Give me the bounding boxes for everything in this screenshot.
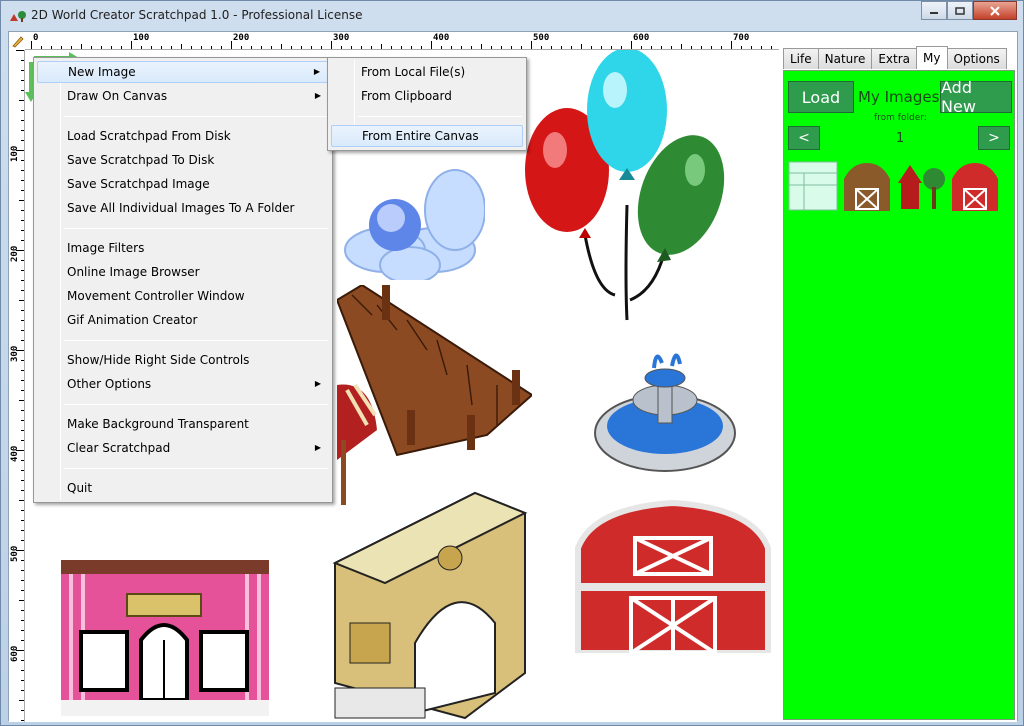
menu-item-movement-controller-window[interactable]: Movement Controller Window — [37, 285, 329, 307]
menu-item-label: Save All Individual Images To A Folder — [67, 201, 295, 215]
tab-life[interactable]: Life — [783, 48, 819, 69]
thumbnail-house-trees[interactable] — [896, 161, 946, 211]
my-images-panel: Load My Images Add New from folder: < 1 … — [783, 70, 1015, 720]
menu-item-show-hide-right-side-controls[interactable]: Show/Hide Right Side Controls — [37, 349, 329, 371]
shop-sprite[interactable] — [61, 560, 269, 716]
main-context-menu: New Image ▶ Draw On Canvas ▶ Load Scratchpad… — [33, 57, 333, 503]
menu-item-label: Clear Scratchpad — [67, 441, 171, 455]
tab-options[interactable]: Options — [946, 48, 1007, 69]
next-page-button[interactable]: > — [978, 126, 1010, 150]
tab-my[interactable]: My — [916, 46, 948, 69]
menu-item-quit[interactable]: Quit — [37, 477, 329, 499]
menu-item-clear-scratchpad[interactable]: Clear Scratchpad ▶ — [37, 437, 329, 459]
maximize-icon — [955, 6, 965, 15]
ruler-label: 100 — [133, 33, 150, 43]
menu-separator — [64, 116, 328, 117]
menu-item-label: Save Scratchpad To Disk — [67, 153, 215, 167]
close-icon — [990, 5, 1000, 16]
new-image-submenu: From Local File(s) From Clipboard From Ent… — [327, 57, 527, 151]
app-icon — [10, 11, 26, 22]
submenu-item-from-entire-canvas[interactable]: From Entire Canvas — [331, 125, 523, 147]
ruler-label: 700 — [733, 33, 750, 43]
menu-item-label: Save Scratchpad Image — [67, 177, 210, 191]
pencil-icon[interactable] — [11, 34, 25, 48]
window-title: 2D World Creator Scratchpad 1.0 - Profes… — [31, 8, 363, 22]
menu-item-label: Other Options — [67, 377, 152, 391]
left-ruler: 100 200 300 400 500 600 — [9, 50, 25, 722]
menu-item-label: New Image — [68, 65, 136, 79]
menu-item-image-filters[interactable]: Image Filters — [37, 237, 329, 259]
from-folder-label: from folder: — [874, 113, 927, 123]
category-tabs: Life Nature Extra My Options — [783, 46, 1007, 70]
flower-sprite[interactable] — [335, 130, 485, 280]
top-ruler: 0100200300400500600700800900 — [25, 32, 779, 50]
ruler-label: 300 — [10, 345, 20, 362]
maximize-button[interactable] — [947, 1, 973, 20]
tab-extra[interactable]: Extra — [871, 48, 918, 69]
right-side-panel: Life Nature Extra My Options Load My Images … — [779, 32, 1017, 722]
load-button[interactable]: Load — [788, 81, 854, 113]
menu-item-label: Gif Animation Creator — [67, 313, 198, 327]
submenu-item-from-clipboard[interactable]: From Clipboard — [331, 85, 523, 107]
ruler-label: 400 — [10, 445, 20, 462]
menu-item-label: Show/Hide Right Side Controls — [67, 353, 250, 367]
ruler-label: 200 — [10, 245, 20, 262]
thumbnail-barn-red[interactable] — [950, 161, 1000, 211]
minimize-icon — [930, 11, 938, 14]
ruler-label: 200 — [233, 33, 250, 43]
minimize-button[interactable] — [921, 1, 947, 20]
menu-item-label: Image Filters — [67, 241, 145, 255]
ruler-label: 600 — [10, 645, 20, 662]
submenu-arrow-icon: ▶ — [314, 91, 321, 100]
add-new-button[interactable]: Add New — [940, 78, 1012, 116]
menu-separator — [64, 228, 328, 229]
menu-item-new-image[interactable]: New Image ▶ — [37, 61, 329, 83]
my-images-label: My Images — [858, 88, 940, 106]
menu-item-save-scratchpad-image[interactable]: Save Scratchpad Image — [37, 173, 329, 195]
ruler-label: 0 — [33, 33, 39, 43]
balloons-sprite[interactable] — [515, 50, 750, 330]
barn-sprite[interactable] — [573, 498, 773, 653]
menu-item-online-image-browser[interactable]: Online Image Browser — [37, 261, 329, 283]
app-window: 2D World Creator Scratchpad 1.0 - Profes… — [0, 0, 1024, 726]
menu-item-label: Load Scratchpad From Disk — [67, 129, 231, 143]
thumbnail-list-item[interactable] — [788, 161, 838, 211]
close-button[interactable] — [973, 1, 1017, 20]
submenu-arrow-icon: ▶ — [314, 443, 321, 452]
arch-sprite[interactable] — [325, 483, 540, 722]
menu-item-label: Online Image Browser — [67, 265, 200, 279]
previous-page-button[interactable]: < — [788, 126, 820, 150]
menu-separator — [64, 340, 328, 341]
menu-item-draw-on-canvas[interactable]: Draw On Canvas ▶ — [37, 85, 329, 107]
menu-item-other-options[interactable]: Other Options ▶ — [37, 373, 329, 395]
ruler-label: 300 — [333, 33, 350, 43]
ruler-label: 500 — [533, 33, 550, 43]
title-bar[interactable]: 2D World Creator Scratchpad 1.0 - Profes… — [1, 1, 1023, 31]
menu-item-save-scratchpad-to-disk[interactable]: Save Scratchpad To Disk — [37, 149, 329, 171]
menu-item-make-background-transparent[interactable]: Make Background Transparent — [37, 413, 329, 435]
menu-item-save-all-individual-images-to-a-folder[interactable]: Save All Individual Images To A Folder — [37, 197, 329, 219]
ruler-label: 100 — [10, 145, 20, 162]
tab-nature[interactable]: Nature — [817, 48, 873, 69]
submenu-arrow-icon: ▶ — [313, 67, 320, 76]
menu-separator — [64, 468, 328, 469]
menu-item-label: Movement Controller Window — [67, 289, 245, 303]
menu-item-load-scratchpad-from-disk[interactable]: Load Scratchpad From Disk — [37, 125, 329, 147]
menu-item-label: Quit — [67, 481, 93, 495]
menu-item-label: Make Background Transparent — [67, 417, 249, 431]
submenu-arrow-icon: ▶ — [314, 379, 321, 388]
ruler-label: 600 — [633, 33, 650, 43]
page-number: 1 — [896, 131, 905, 146]
menu-separator — [64, 404, 328, 405]
menu-item-gif-animation-creator[interactable]: Gif Animation Creator — [37, 309, 329, 331]
fountain-sprite[interactable] — [590, 338, 740, 478]
thumbnail-barn-brown[interactable] — [842, 161, 892, 211]
submenu-item-from-local-file-s-[interactable]: From Local File(s) — [331, 61, 523, 83]
ruler-label: 500 — [10, 545, 20, 562]
ruler-label: 400 — [433, 33, 450, 43]
menu-separator — [358, 116, 522, 117]
menu-item-label: Draw On Canvas — [67, 89, 168, 103]
